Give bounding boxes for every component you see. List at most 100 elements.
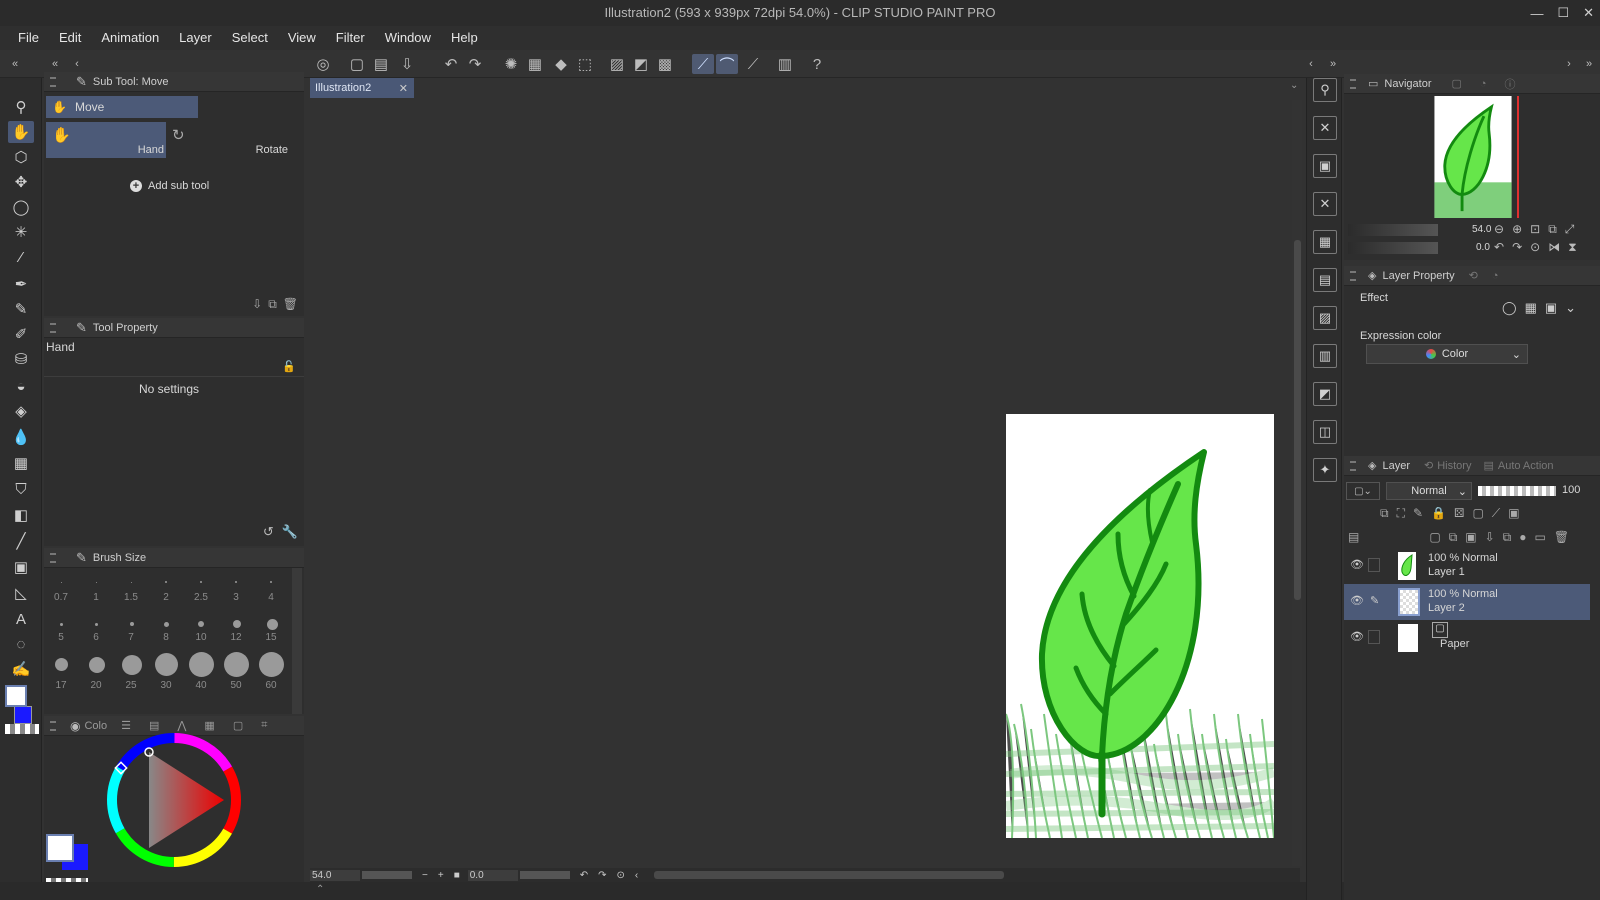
brush-size-option[interactable]: 25 — [114, 680, 148, 691]
zoom-out-icon[interactable]: − — [422, 870, 428, 881]
scroll-thumb[interactable] — [1294, 240, 1301, 600]
fit-icon[interactable]: ■ — [454, 870, 460, 881]
zoom-slider[interactable] — [362, 871, 412, 879]
collapse-left-icon[interactable]: « — [4, 54, 26, 74]
menu-animation[interactable]: Animation — [91, 26, 169, 50]
frame-tool-icon[interactable]: ▣ — [8, 556, 34, 578]
fill-tool-icon[interactable]: ▦ — [8, 452, 34, 474]
pencil-icon[interactable]: ✎ — [1370, 594, 1379, 607]
snap-grid-icon[interactable]: ▩ — [654, 54, 676, 74]
search-icon[interactable]: ⚲ — [1313, 78, 1337, 102]
snap-ruler-icon[interactable]: ◩ — [630, 54, 652, 74]
airbrush-tool-icon[interactable]: ⛁ — [8, 348, 34, 370]
brush-size-option[interactable]: 15 — [254, 632, 288, 643]
move-layer-tool-icon[interactable]: ✥ — [8, 171, 34, 193]
transfer-icon[interactable]: ⇩ — [1485, 530, 1495, 545]
new-vector-layer-icon[interactable]: ⧉ — [1449, 530, 1458, 545]
layer-row-layer-2[interactable]: 👁 ✎ 100 % Normal Layer 2 — [1344, 584, 1590, 620]
subtool-item-hand[interactable]: ✋ Hand — [46, 122, 166, 158]
reset-rotation-icon[interactable]: ⊙ — [1530, 240, 1540, 255]
tab-layer[interactable]: Layer — [1382, 460, 1410, 472]
actual-size-icon[interactable]: ⊡ — [1530, 222, 1540, 237]
collapse-right-icon[interactable]: » — [1322, 54, 1344, 74]
transform-icon[interactable]: ⬚ — [574, 54, 596, 74]
collapse-left-icon[interactable]: « — [44, 54, 66, 74]
hide-selection-icon[interactable]: ▨ — [606, 54, 628, 74]
info-tab-icon[interactable]: ◔ — [1480, 78, 1487, 90]
tone-effect-icon[interactable]: ▦ — [1525, 300, 1537, 316]
brush-size-option[interactable]: 60 — [254, 680, 288, 691]
add-subtool-button[interactable]: + Add sub tool — [130, 180, 209, 192]
chevron-down-icon[interactable]: ⌄ — [1565, 300, 1576, 316]
illustration-canvas[interactable] — [1006, 414, 1274, 838]
color-wheel[interactable] — [104, 730, 244, 870]
chevron-down-icon[interactable]: ⌄ — [1290, 80, 1298, 91]
material-pose-icon[interactable]: ◫ — [1313, 420, 1337, 444]
navigator-zoom-slider[interactable] — [1348, 224, 1438, 236]
zoom-in-icon[interactable]: ⊕ — [1512, 222, 1522, 237]
document-tab[interactable]: Illustration2 ✕ — [310, 78, 414, 98]
material-manga-icon[interactable]: ▨ — [1313, 306, 1337, 330]
menu-file[interactable]: File — [8, 26, 49, 50]
close-button[interactable]: ✕ — [1583, 5, 1594, 21]
fill-icon[interactable]: ◆ — [550, 54, 572, 74]
zoom-value[interactable]: 54.0 — [310, 869, 360, 881]
menu-help[interactable]: Help — [441, 26, 488, 50]
ruler-tool-icon[interactable]: ◺ — [8, 582, 34, 604]
draft-layer-icon[interactable]: ✎ — [1413, 506, 1423, 521]
rotate-left-icon[interactable]: ↶ — [1494, 240, 1504, 255]
material-monochrome-icon[interactable]: ✕ — [1313, 192, 1337, 216]
chevron-left-icon[interactable]: ‹ — [1300, 54, 1322, 74]
brush-size-option[interactable]: 1.5 — [114, 592, 148, 603]
wrench-icon[interactable]: 🔧 — [282, 524, 298, 540]
canvas-vertical-scrollbar[interactable] — [1292, 100, 1302, 866]
flip-icon[interactable]: ‹ — [635, 870, 638, 881]
blend-mode-select[interactable]: Normal ⌄ — [1386, 482, 1472, 500]
border-effect-icon[interactable]: ◯ — [1502, 300, 1517, 316]
brush-size-option[interactable]: 50 — [219, 680, 253, 691]
copy-subtool-icon[interactable]: ⇩ — [252, 297, 262, 312]
rotation-value[interactable]: 0.0 — [467, 869, 518, 881]
mask-apply-icon[interactable]: ▭ — [1535, 530, 1546, 545]
brush-size-option[interactable]: 5 — [44, 632, 78, 643]
close-tab-icon[interactable]: ✕ — [399, 82, 408, 95]
correct-line-tool-icon[interactable]: ✍ — [8, 658, 34, 680]
animation-cels-tab-icon[interactable]: ◔ — [1492, 270, 1499, 282]
eye-icon[interactable]: 👁 — [1350, 630, 1364, 643]
zoom-out-icon[interactable]: ⊖ — [1494, 222, 1504, 237]
rotate-right-icon[interactable]: ↷ — [1512, 240, 1522, 255]
sub-view-tab-icon[interactable]: ⌗ — [261, 719, 267, 732]
brush-size-option[interactable]: 30 — [149, 680, 183, 691]
brush-size-option[interactable]: 17 — [44, 680, 78, 691]
decoration-tool-icon[interactable]: ◒ — [8, 375, 34, 397]
lock-layer-icon[interactable]: 🔒 — [1431, 506, 1446, 521]
eraser-tool-icon[interactable]: ◈ — [8, 400, 34, 422]
transparent-color-swatch[interactable] — [5, 724, 39, 734]
canvas-area[interactable] — [310, 98, 1290, 866]
menu-select[interactable]: Select — [222, 26, 278, 50]
brush-size-option[interactable]: 10 — [184, 632, 218, 643]
material-framing-icon[interactable]: ▥ — [1313, 344, 1337, 368]
brush-size-scrollbar[interactable] — [292, 568, 302, 714]
brush-size-option[interactable]: 3 — [219, 592, 253, 603]
brush-size-option[interactable]: 2.5 — [184, 592, 218, 603]
clear-icon[interactable]: ✺ — [500, 54, 522, 74]
brush-size-option[interactable]: 4 — [254, 592, 288, 603]
fit-navigator-icon[interactable]: ⤢ — [1565, 222, 1575, 237]
subtool-group-move[interactable]: ✋ Move — [46, 96, 198, 118]
layer-color-mode-select[interactable]: ▢⌄ — [1346, 482, 1380, 500]
device-settings-icon[interactable]: ▥ — [774, 54, 796, 74]
brush-size-option[interactable]: 1 — [79, 592, 113, 603]
clip-layer-icon[interactable]: ⧉ — [1380, 506, 1389, 521]
snap-to-grid-icon[interactable]: ⟋ — [742, 54, 764, 74]
edit-target-box[interactable] — [1368, 558, 1380, 572]
brush-size-option[interactable]: 40 — [184, 680, 218, 691]
menu-window[interactable]: Window — [375, 26, 441, 50]
delete-subtool-icon[interactable]: 🗑 — [283, 297, 298, 312]
material-pattern-icon[interactable]: ▦ — [1313, 230, 1337, 254]
bucket-tool-icon[interactable]: ⛉ — [8, 478, 34, 500]
material-color-icon[interactable]: ▣ — [1313, 154, 1337, 178]
main-color-swatch[interactable] — [5, 685, 27, 707]
brush-size-option[interactable]: 2 — [149, 592, 183, 603]
brush-size-option[interactable]: 8 — [149, 632, 183, 643]
